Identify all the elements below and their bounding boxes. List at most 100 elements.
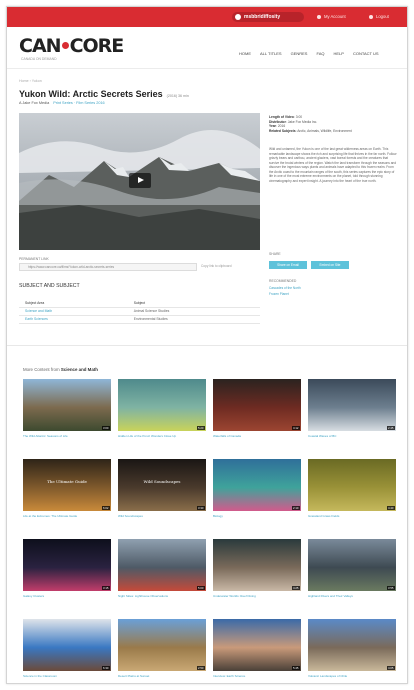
video-card-title[interactable]: Highland Rivers and Their Valleys <box>308 594 396 598</box>
duration-badge: 6:30 <box>101 666 110 670</box>
logout-icon <box>369 14 373 19</box>
video-thumbnail[interactable]: 4:12 <box>213 379 301 431</box>
thumbnail-title: The Ultimate Guide <box>47 479 87 484</box>
video-card[interactable]: 4:25 Underwater Worlds: Reef Diving <box>213 539 301 619</box>
share-email-button[interactable]: Share on Email <box>269 261 307 269</box>
table-cell[interactable]: Earth Sciences <box>19 315 128 324</box>
video-card-title[interactable]: Biology <box>213 514 301 518</box>
duration-badge: 3:00 <box>101 426 110 430</box>
recommended-link[interactable]: Frozen Planet <box>269 292 289 296</box>
video-card[interactable]: 3:00 The Wild Atlantic: Seasons of Life <box>23 379 111 459</box>
video-card-title[interactable]: Science in the Classroom <box>23 674 111 678</box>
thumbnail-title: Wild Soundscapes <box>143 479 181 484</box>
table-row: Earth Sciences Environmental Studies <box>19 315 260 324</box>
meta-subjects-label: Related Subjects <box>269 128 296 133</box>
site-header: CAN CORE CANADA ON DEMAND HOME ALL TITLES… <box>7 27 407 69</box>
site-logo[interactable]: CAN CORE <box>19 35 124 57</box>
video-card-title[interactable]: Hidden Life of the Pond: Wonders Close U… <box>118 434 206 438</box>
duration-badge: 6:02 <box>101 506 110 510</box>
video-thumbnail[interactable]: 3:55 <box>308 539 396 591</box>
subjects-heading: SUBJECT AND SUBJECT <box>19 283 80 289</box>
video-card[interactable]: 2:50 Desert Plains at Sunset <box>118 619 206 683</box>
related-heading-prefix: More Content from <box>23 367 60 372</box>
table-cell[interactable]: Science and Math <box>19 307 128 316</box>
brand-badge[interactable]: msbbridiffosity <box>232 12 304 22</box>
related-heading-category[interactable]: Science and Math <box>61 367 98 372</box>
video-card[interactable]: Wild Soundscapes 3:30 Wild Soundscapes <box>118 459 206 539</box>
video-thumbnail[interactable]: 3:15 <box>23 539 111 591</box>
video-thumbnail[interactable]: 2:10 <box>213 459 301 511</box>
video-thumbnail[interactable]: 4:05 <box>308 619 396 671</box>
embed-button[interactable]: Embed on Site <box>311 261 349 269</box>
video-thumbnail[interactable]: 5:00 <box>118 539 206 591</box>
video-card-title[interactable]: Desert Plains at Sunset <box>118 674 206 678</box>
recommended-link[interactable]: Cascades of the North <box>269 286 301 290</box>
video-thumbnail[interactable]: 5:20 <box>118 379 206 431</box>
nav-faq[interactable]: FAQ <box>316 51 324 56</box>
meta-subjects: Arctic, Animals, Wildlife, Environment <box>297 128 352 133</box>
video-card[interactable]: 5:45 Interview: Earth Science <box>213 619 301 683</box>
video-card[interactable]: The Ultimate Guide 6:02 Life at the Extrem… <box>23 459 111 539</box>
video-card[interactable]: 5:20 Hidden Life of the Pond: Wonders Clo… <box>118 379 206 459</box>
video-thumbnail[interactable]: 4:25 <box>213 539 301 591</box>
video-thumbnail[interactable]: 5:45 <box>213 619 301 671</box>
video-card-title[interactable]: Interview: Earth Science <box>213 674 301 678</box>
table-header-row: Subject Area Subject <box>19 299 260 308</box>
recommended-label: RECOMMENDED <box>269 279 297 283</box>
video-thumbnail[interactable]: 2:45 <box>308 379 396 431</box>
byline-producer[interactable]: A Jake Fox Media <box>19 101 49 105</box>
video-card-title[interactable]: Galaxy Clusters <box>23 594 111 598</box>
byline: A Jake Fox Media Print Series · Film Seri… <box>19 101 105 105</box>
duration-badge: 4:12 <box>291 426 300 430</box>
video-card[interactable]: 3:55 Highland Rivers and Their Valleys <box>308 539 396 619</box>
duration-badge: 2:45 <box>386 426 395 430</box>
permalink-field[interactable]: https://www.cancore.ca/films/Yukon-wild-… <box>19 263 197 271</box>
video-card[interactable]: 6:30 Science in the Classroom <box>23 619 111 683</box>
meta-year: 2016 <box>277 124 286 129</box>
video-card-title[interactable]: Wild Soundscapes <box>118 514 206 518</box>
video-thumbnail[interactable]: 6:30 <box>23 619 111 671</box>
play-icon[interactable] <box>129 173 151 188</box>
video-card[interactable]: 2:45 Coastal Waves of BC <box>308 379 396 459</box>
nav-contact[interactable]: CONTACT US <box>353 51 379 56</box>
video-thumbnail[interactable]: 2:50 <box>118 619 206 671</box>
nav-help[interactable]: HELP <box>334 51 344 56</box>
duration-badge: 4:05 <box>386 666 395 670</box>
video-card[interactable]: 5:00 Night Skies: Lighthouse Observations <box>118 539 206 619</box>
column-header: Subject Area <box>19 299 128 308</box>
video-thumbnail[interactable]: Wild Soundscapes 3:30 <box>118 459 206 511</box>
page-title: Yukon Wild: Arctic Secrets Series (2016) … <box>19 89 189 99</box>
copy-link-button[interactable]: Copy link to clipboard <box>201 264 231 268</box>
table-cell[interactable]: Environmental Studies <box>127 315 260 324</box>
nav-home[interactable]: HOME <box>239 51 251 56</box>
video-card[interactable]: 2:10 Biology <box>213 459 301 539</box>
video-card-title[interactable]: Volcanic Landscapes of Chile <box>308 674 396 678</box>
duration-badge: 3:30 <box>196 506 205 510</box>
byline-links[interactable]: Print Series · Film Series 2016 <box>53 101 105 105</box>
duration-badge: 5:00 <box>196 586 205 590</box>
nav-genres[interactable]: GENRES <box>291 51 308 56</box>
video-card-title[interactable]: Grassland Grass Fields <box>308 514 396 518</box>
video-card-title[interactable]: Life at the Extremes: The Ultimate Guide <box>23 514 111 518</box>
video-card[interactable]: 4:12 Waterfalls of Canada <box>213 379 301 459</box>
video-card-title[interactable]: Night Skies: Lighthouse Observations <box>118 594 206 598</box>
video-card[interactable]: 3:15 Galaxy Clusters <box>23 539 111 619</box>
video-card-title[interactable]: Waterfalls of Canada <box>213 434 301 438</box>
video-card-title[interactable]: Underwater Worlds: Reef Diving <box>213 594 301 598</box>
meta-producer: Jake Fox Media Inc. <box>287 119 318 124</box>
table-cell[interactable]: Animal Science Studies <box>127 307 260 316</box>
breadcrumb[interactable]: Home › Yukon <box>19 79 42 83</box>
nav-all-titles[interactable]: ALL TITLES <box>260 51 282 56</box>
video-thumbnail[interactable]: The Ultimate Guide 6:02 <box>23 459 111 511</box>
related-video-grid: 3:00 The Wild Atlantic: Seasons of Life 5:… <box>23 379 397 683</box>
video-player[interactable] <box>19 113 260 250</box>
video-thumbnail[interactable]: 4:40 <box>308 459 396 511</box>
video-card-title[interactable]: Coastal Waves of BC <box>308 434 396 438</box>
logo-left: CAN <box>19 35 62 57</box>
video-card[interactable]: 4:40 Grassland Grass Fields <box>308 459 396 539</box>
video-card[interactable]: 4:05 Volcanic Landscapes of Chile <box>308 619 396 683</box>
logout-link[interactable]: Logout <box>369 13 389 21</box>
my-account-link[interactable]: My Account <box>317 13 346 21</box>
video-card-title[interactable]: The Wild Atlantic: Seasons of Life <box>23 434 111 438</box>
video-thumbnail[interactable]: 3:00 <box>23 379 111 431</box>
